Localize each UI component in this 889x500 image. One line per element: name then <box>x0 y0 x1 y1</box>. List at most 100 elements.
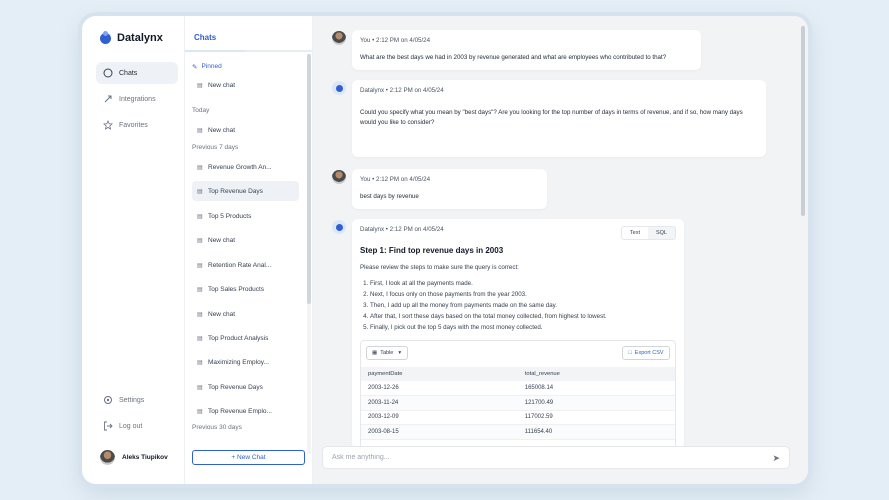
nav-item-chats[interactable]: Chats <box>96 62 178 84</box>
chats-panel-title: Chats <box>194 33 217 42</box>
bot-avatar <box>332 220 346 234</box>
file-icon: □ <box>628 350 632 356</box>
chat-icon: ▤ <box>197 311 203 318</box>
view-select[interactable]: ▦ Table ▾ <box>366 346 408 360</box>
export-csv-label: Export CSV <box>634 350 664 356</box>
chat-item[interactable]: ▤ Revenue Growth An... <box>192 157 299 177</box>
export-csv-button[interactable]: □ Export CSV <box>622 346 670 360</box>
chat-item-active[interactable]: ▤ Top Revenue Days <box>192 181 299 201</box>
nav-item-label: Favorites <box>119 121 148 129</box>
logo: Datalynx <box>100 30 163 44</box>
chat-icon: ▤ <box>197 384 203 391</box>
chat-icon: ▤ <box>197 408 203 415</box>
chat-icon: ▤ <box>197 237 203 244</box>
chat-icon: ▤ <box>197 164 203 171</box>
avatar <box>100 450 115 465</box>
step-item: After that, I sort these days based on t… <box>370 311 676 322</box>
chat-bubble-icon <box>103 68 113 78</box>
chat-item[interactable]: ▤ Top Sales Products <box>192 279 299 299</box>
today-section-label: Today <box>192 107 210 114</box>
chat-list-scroll-thumb[interactable] <box>307 54 311 304</box>
chat-item[interactable]: ▤ New chat <box>192 304 299 324</box>
previous30-section-label: Previous 30 days <box>192 424 242 431</box>
toggle-sql[interactable]: SQL <box>648 227 675 239</box>
chat-item-label: Top Sales Products <box>208 285 265 293</box>
message-input[interactable] <box>332 454 752 461</box>
pinned-section-label: ✎ Pinned <box>192 63 222 71</box>
nav-item-logout[interactable]: Log out <box>96 415 178 437</box>
table-cell: 2003-12-26 <box>361 381 518 396</box>
chat-item-label: New chat <box>208 236 236 244</box>
chat-list: ✎ Pinned ▤ New chat Today ▤ New chat Pre… <box>185 54 307 434</box>
send-icon[interactable]: ➤ <box>772 453 780 464</box>
chat-icon: ▤ <box>197 286 203 293</box>
chat-item-label: Top Revenue Days <box>208 383 263 391</box>
chat-item[interactable]: ▤ New chat <box>192 120 299 140</box>
message-text: best days by revenue <box>360 193 419 200</box>
app-name: Datalynx <box>117 32 163 44</box>
settings-label: Settings <box>119 396 145 404</box>
app-window: Datalynx Chats Integrations Favorites Se… <box>82 16 808 484</box>
chats-panel: Chats ✎ Pinned ▤ New chat Today ▤ New ch… <box>185 16 313 484</box>
table-header-row: paymentDate total_revenue <box>361 367 675 381</box>
chat-icon: ▤ <box>197 359 203 366</box>
main-nav: Datalynx Chats Integrations Favorites Se… <box>82 16 185 484</box>
toggle-text[interactable]: Text <box>621 227 648 239</box>
chat-item[interactable]: ▤ Retention Rate Anal... <box>192 255 299 275</box>
table-cell: 2003-12-09 <box>361 410 518 425</box>
chat-item[interactable]: ▤ Top 5 Products <box>192 206 299 226</box>
conversation-scrollbar[interactable] <box>801 26 805 216</box>
nav-item-settings[interactable]: Settings <box>96 389 178 411</box>
table-cell: 111654.40 <box>517 424 675 440</box>
datalynx-logo-icon <box>335 223 343 231</box>
table-cell: 117002.59 <box>517 410 675 425</box>
step-item: Next, I focus only on those payments fro… <box>370 289 676 300</box>
chat-item-label: Top Product Analysis <box>208 334 269 342</box>
message-composer: ➤ <box>322 446 790 469</box>
chat-item[interactable]: ▤ Top Revenue Days <box>192 377 299 397</box>
chat-icon: ▤ <box>197 262 203 269</box>
chat-list-scrollbar[interactable] <box>307 54 311 454</box>
table-cell: 165008.14 <box>517 381 675 396</box>
user-name: Aleks Tiupikov <box>122 454 168 461</box>
chat-item[interactable]: ▤ Maximizing Employ... <box>192 352 299 372</box>
step-item: Finally, I pick out the top 5 days with … <box>370 322 676 333</box>
bot-avatar <box>332 81 346 95</box>
table-icon: ▦ <box>372 350 378 356</box>
nav-item-favorites[interactable]: Favorites <box>96 114 178 136</box>
chat-icon: ▤ <box>197 82 203 89</box>
table-cell: 2003-08-15 <box>361 424 518 440</box>
chat-item[interactable]: ▤ Top Product Analysis <box>192 328 299 348</box>
user-message: You • 2:12 PM on 4/05/24 What are the be… <box>352 30 701 70</box>
conversation-pane: You • 2:12 PM on 4/05/24 What are the be… <box>313 16 808 484</box>
chat-item-label: Top 5 Products <box>208 212 252 220</box>
result-table: paymentDate total_revenue 2003-12-26 165… <box>361 367 675 440</box>
new-chat-button[interactable]: + New Chat <box>192 450 305 465</box>
assistant-message: Datalynx • 2:12 PM on 4/05/24 Could you … <box>352 80 766 157</box>
pin-icon: ✎ <box>192 64 198 71</box>
table-row: 2003-08-15 111654.40 <box>361 424 675 440</box>
step-title: Step 1: Find top revenue days in 2003 <box>360 246 504 255</box>
view-select-value: Table <box>380 350 394 356</box>
chat-item-label: Maximizing Employ... <box>208 358 269 366</box>
result-table-card: ▦ Table ▾ □ Export CSV paymentDate total… <box>360 340 676 450</box>
nav-item-integrations[interactable]: Integrations <box>96 88 178 110</box>
chat-item[interactable]: ▤ New chat <box>192 75 299 95</box>
table-cell: 2003-11-24 <box>361 395 518 411</box>
datalynx-logo-icon <box>100 30 111 44</box>
message-meta: Datalynx • 2:12 PM on 4/05/24 <box>360 87 444 94</box>
user-profile[interactable]: Aleks Tiupikov <box>100 450 168 465</box>
steps-list: First, I look at all the payments made. … <box>360 278 676 333</box>
star-icon <box>103 120 113 130</box>
chat-item[interactable]: ▤ New chat <box>192 230 299 250</box>
column-header: paymentDate <box>361 367 518 381</box>
chat-icon: ▤ <box>197 213 203 220</box>
user-avatar <box>332 170 346 184</box>
chat-icon: ▤ <box>197 335 203 342</box>
chat-item[interactable]: ▤ Top Revenue Emplo... <box>192 401 299 421</box>
message-meta: You • 2:12 PM on 4/05/24 <box>360 176 431 183</box>
datalynx-logo-icon <box>335 84 343 92</box>
chat-item-label: New chat <box>208 81 236 89</box>
previous7-section-label: Previous 7 days <box>192 144 239 151</box>
chat-icon: ▤ <box>197 127 203 134</box>
